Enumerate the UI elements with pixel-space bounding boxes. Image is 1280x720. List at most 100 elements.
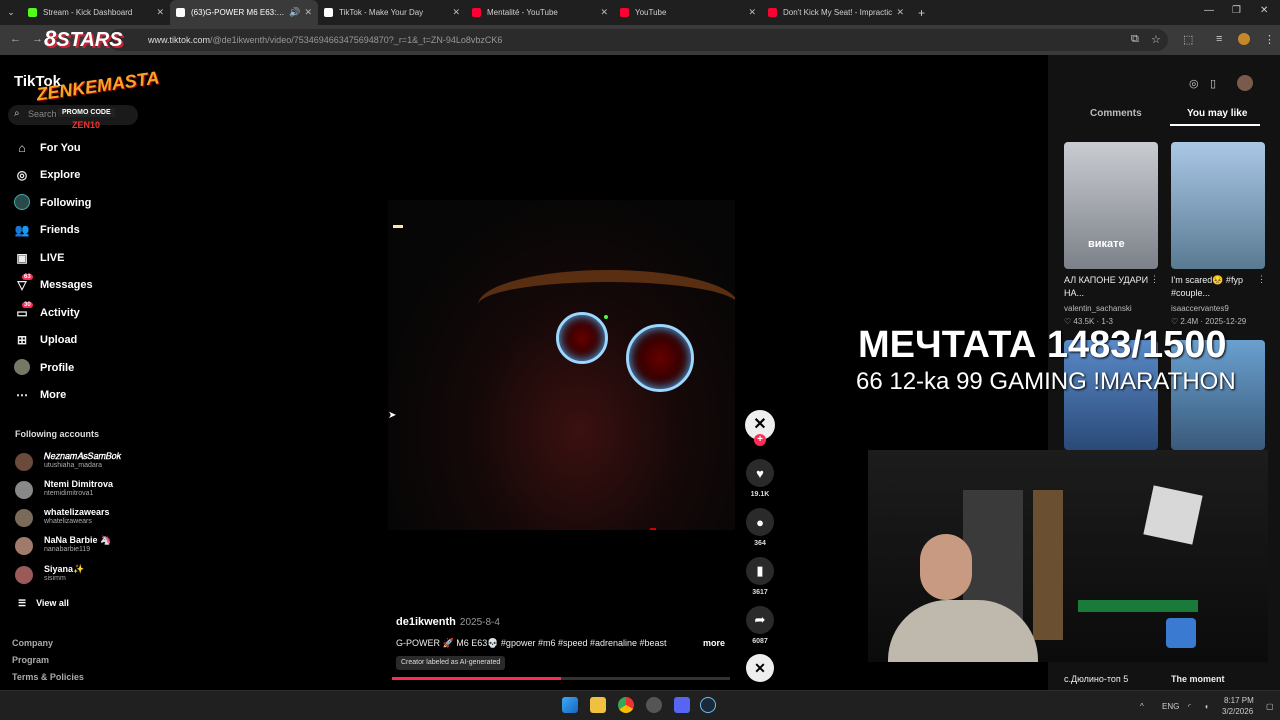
nav-label: Profile: [40, 362, 75, 374]
music-disc-avatar[interactable]: ✕: [746, 654, 774, 682]
tab-you-may-like[interactable]: You may like: [1187, 108, 1247, 119]
file-explorer-icon[interactable]: [590, 697, 606, 713]
recommended-video-thumbnail[interactable]: викате: [1064, 142, 1158, 269]
marathon-title-overlay: МЕЧТАТА 1483/1500: [858, 324, 1227, 366]
close-icon[interactable]: ✕: [156, 7, 164, 18]
caption-more-button[interactable]: more: [703, 638, 725, 648]
new-tab-button[interactable]: +: [918, 6, 925, 20]
nav-messages[interactable]: ▽ 63 Messages: [14, 274, 93, 295]
nav-upload[interactable]: ⊞ Upload: [14, 330, 77, 350]
save-button[interactable]: ▮ 3617: [746, 557, 774, 596]
nav-explore[interactable]: ◎ Explore: [14, 165, 81, 185]
nav-following[interactable]: Following: [14, 193, 91, 213]
recommended-video-user[interactable]: valentin_sachanski: [1064, 304, 1158, 313]
tab-kick[interactable]: Stream - Kick Dashboard ✕: [22, 0, 170, 25]
close-icon[interactable]: ✕: [452, 7, 460, 18]
tab-tiktok[interactable]: TikTok - Make Your Day ✕: [318, 0, 466, 25]
profile-avatar-icon[interactable]: [1238, 33, 1250, 45]
recommended-video-title[interactable]: с.Дюлино-топ 5: [1064, 674, 1128, 684]
maximize-icon[interactable]: ❐: [1232, 5, 1241, 16]
close-icon[interactable]: ✕: [748, 7, 756, 18]
author-name: de1ikwenth: [396, 616, 456, 628]
save-count: 3617: [752, 589, 768, 596]
close-window-icon[interactable]: ✕: [1260, 5, 1268, 16]
chrome-icon[interactable]: [618, 697, 634, 713]
following-account[interactable]: Ntemi Dimitrova ntemidimitrova1: [15, 479, 155, 503]
following-accounts-title: Following accounts: [15, 429, 100, 439]
recommended-video-user[interactable]: isaaccervantes9: [1171, 304, 1265, 313]
video-author[interactable]: de1ikwenth 2025-8-4: [396, 616, 500, 628]
recommended-video-title[interactable]: The moment: [1171, 674, 1225, 684]
tab-youtube-1[interactable]: Mentalité - YouTube ✕: [466, 0, 614, 25]
home-icon: ⌂: [18, 141, 26, 155]
stars-text: STARS: [56, 29, 123, 51]
notification-icon[interactable]: ▢: [1266, 702, 1274, 711]
live-icon: ▣: [16, 251, 28, 265]
speaker-icon[interactable]: 🔊: [289, 7, 300, 18]
following-account[interactable]: whatelizawears whatelizawears: [15, 507, 155, 531]
more-options-icon[interactable]: ⋮: [1257, 274, 1266, 285]
volume-icon[interactable]: ◖: [1204, 702, 1209, 711]
following-account[interactable]: Siyana✨ sisimm: [15, 564, 155, 588]
device-icon[interactable]: ▯: [1210, 77, 1216, 90]
url-field[interactable]: www.tiktok.com/@de1ikwenth/video/7534694…: [108, 29, 1168, 51]
bookmark-star-icon[interactable]: ☆: [1151, 33, 1161, 46]
close-icon[interactable]: ✕: [600, 7, 608, 18]
recommended-video-title[interactable]: АЛ КАПОНЕ УДАРИ НА...: [1064, 274, 1158, 300]
following-account[interactable]: NaNa Barbie 🦄 nanabarbie119: [15, 535, 155, 559]
post-date: 2025-8-4: [459, 617, 500, 628]
recommended-video-thumbnail[interactable]: [1171, 142, 1265, 269]
tray-chevron-icon[interactable]: ^: [1140, 702, 1144, 711]
following-account[interactable]: 𝑁𝑒𝑧𝑛𝑎𝑚𝐴𝑠𝑆𝑎𝑚𝐵𝑜𝑘 utushiaha_madara: [15, 451, 155, 475]
footer-link-program[interactable]: Program: [12, 655, 49, 665]
tab-title: Don't Kick My Seat! - Impractic: [783, 8, 893, 17]
media-control-icon[interactable]: ≡: [1216, 33, 1222, 45]
obs-icon[interactable]: [646, 697, 662, 713]
tab-tiktok-video[interactable]: (63)G-POWER M6 E63: Uni 🔊 ✕: [170, 0, 318, 25]
share-button[interactable]: ➦ 6087: [746, 606, 774, 645]
windows-start-icon[interactable]: [562, 697, 578, 713]
account-name: whatelizawears: [44, 507, 110, 517]
extensions-icon[interactable]: ⬚: [1183, 33, 1193, 46]
clock-date[interactable]: 3/2/2026: [1222, 707, 1253, 716]
steam-icon[interactable]: [700, 697, 716, 713]
comment-button[interactable]: ● 364: [746, 508, 774, 547]
view-all-button[interactable]: ☰ View all: [18, 598, 69, 609]
tab-list-icon[interactable]: ⌄: [0, 7, 22, 18]
nav-for-you[interactable]: ⌂ For You: [14, 138, 80, 158]
close-icon[interactable]: ✕: [304, 7, 312, 18]
nav-profile[interactable]: Profile: [14, 358, 74, 378]
recommended-video-title[interactable]: I'm scared😣 #fyp #couple...: [1171, 274, 1265, 300]
creator-avatar[interactable]: ✕ +: [745, 410, 775, 446]
nav-friends[interactable]: 👥 Friends: [14, 220, 80, 240]
install-icon[interactable]: ⧉: [1131, 33, 1139, 46]
nav-activity[interactable]: ▭ 30 Activity: [14, 302, 80, 323]
compass-icon[interactable]: ◎: [1189, 77, 1199, 90]
like-button[interactable]: ♥ 19.1K: [746, 459, 774, 498]
language-indicator[interactable]: ENG: [1162, 702, 1179, 711]
share-icon: ➦: [746, 606, 774, 634]
footer-link-terms[interactable]: Terms & Policies: [12, 672, 84, 682]
follow-plus-icon[interactable]: +: [754, 434, 766, 446]
video-caption[interactable]: G-POWER 🚀 M6 E63💀 #gpower #m6 #speed #ad…: [396, 638, 667, 649]
profile-icon: [14, 358, 30, 378]
network-icon[interactable]: ◜: [1188, 702, 1191, 711]
close-icon[interactable]: ✕: [896, 7, 904, 18]
video-player[interactable]: [388, 200, 735, 530]
menu-dots-icon[interactable]: ⋮: [1264, 33, 1275, 46]
forward-icon[interactable]: →: [32, 33, 43, 45]
more-options-icon[interactable]: ⋮: [1150, 274, 1159, 285]
back-icon[interactable]: ←: [10, 33, 21, 45]
user-avatar[interactable]: [1237, 75, 1253, 91]
footer-link-company[interactable]: Company: [12, 638, 53, 648]
tab-comments[interactable]: Comments: [1090, 108, 1142, 119]
nav-more[interactable]: ⋯ More: [14, 385, 66, 405]
tab-title: (63)G-POWER M6 E63: Uni: [191, 8, 286, 17]
tab-youtube-2[interactable]: YouTube ✕: [614, 0, 762, 25]
minimize-icon[interactable]: —: [1204, 5, 1214, 16]
clock-time[interactable]: 8:17 PM: [1224, 696, 1254, 705]
discord-icon[interactable]: [674, 697, 690, 713]
tab-youtube-3[interactable]: Don't Kick My Seat! - Impractic ✕: [762, 0, 910, 25]
nav-live[interactable]: ▣ LIVE: [14, 248, 64, 268]
video-progress-bar[interactable]: [392, 677, 730, 680]
